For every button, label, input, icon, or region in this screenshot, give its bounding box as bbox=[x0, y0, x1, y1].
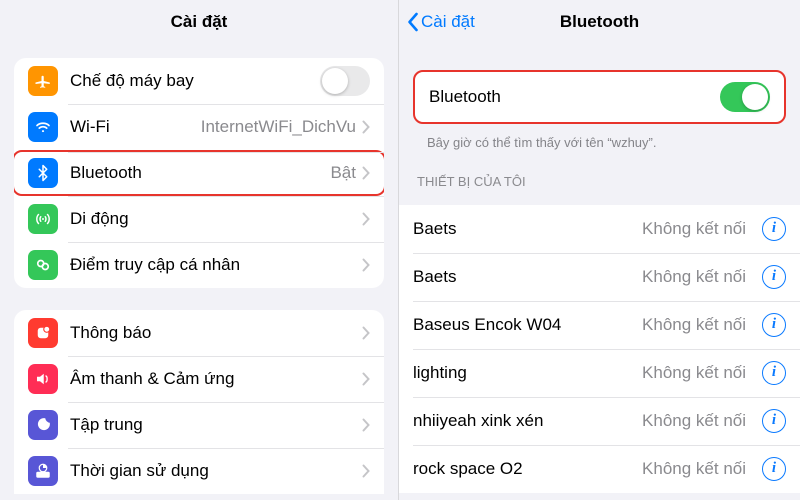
right-title: Bluetooth bbox=[560, 12, 639, 32]
device-row[interactable]: nhiiyeah xink xénKhông kết nối i bbox=[399, 397, 800, 445]
back-button[interactable]: Cài đặt bbox=[407, 12, 475, 32]
settings-group-connectivity: Chế độ máy bay Wi-Fi InternetWiFi_DichVu… bbox=[14, 58, 384, 288]
device-name: Baets bbox=[413, 267, 642, 287]
device-status: Không kết nối bbox=[642, 267, 746, 287]
row-wifi[interactable]: Wi-Fi InternetWiFi_DichVu bbox=[14, 104, 384, 150]
chevron-right-icon bbox=[362, 120, 370, 134]
device-status: Không kết nối bbox=[642, 459, 746, 479]
device-status: Không kết nối bbox=[642, 315, 746, 335]
chevron-right-icon bbox=[362, 372, 370, 386]
my-devices-group: BaetsKhông kết nốiiBaetsKhông kết nốiiBa… bbox=[399, 205, 800, 493]
row-screentime[interactable]: Thời gian sử dụng bbox=[14, 448, 384, 494]
airplane-toggle[interactable] bbox=[320, 66, 370, 96]
wifi-icon bbox=[28, 112, 58, 142]
right-navbar: Cài đặt Bluetooth bbox=[399, 0, 800, 44]
back-label: Cài đặt bbox=[421, 12, 475, 32]
hotspot-icon bbox=[28, 250, 58, 280]
device-row[interactable]: BaetsKhông kết nối i bbox=[399, 253, 800, 301]
device-name: nhiiyeah xink xén bbox=[413, 411, 642, 431]
bluetooth-master-toggle[interactable] bbox=[720, 82, 770, 112]
row-notifications[interactable]: Thông báo bbox=[14, 310, 384, 356]
bluetooth-detail-pane: Cài đặt Bluetooth Bluetooth Bây giờ có t… bbox=[399, 0, 800, 500]
row-cellular[interactable]: Di động bbox=[14, 196, 384, 242]
sounds-icon bbox=[28, 364, 58, 394]
row-bluetooth-value: Bật bbox=[330, 163, 356, 183]
settings-root-pane: Cài đặt Chế độ máy bay Wi-Fi InternetWiF… bbox=[0, 0, 399, 500]
device-info-button[interactable]: i bbox=[762, 457, 786, 481]
device-name: rock space O2 bbox=[413, 459, 642, 479]
row-airplane-label: Chế độ máy bay bbox=[70, 71, 320, 91]
left-navbar: Cài đặt bbox=[0, 0, 398, 44]
focus-icon bbox=[28, 410, 58, 440]
left-title: Cài đặt bbox=[171, 12, 228, 32]
row-screentime-label: Thời gian sử dụng bbox=[70, 461, 362, 481]
device-info-button[interactable]: i bbox=[762, 409, 786, 433]
device-name: Baseus Encok W04 bbox=[413, 315, 642, 335]
bluetooth-master-row[interactable]: Bluetooth bbox=[415, 72, 784, 122]
chevron-right-icon bbox=[362, 418, 370, 432]
chevron-right-icon bbox=[362, 212, 370, 226]
device-row[interactable]: Baseus Encok W04Không kết nối i bbox=[399, 301, 800, 349]
cellular-icon bbox=[28, 204, 58, 234]
bluetooth-icon bbox=[28, 158, 58, 188]
row-sounds-label: Âm thanh & Cảm ứng bbox=[70, 369, 362, 389]
row-wifi-value: InternetWiFi_DichVu bbox=[201, 117, 356, 137]
row-cellular-label: Di động bbox=[70, 209, 362, 229]
airplane-icon bbox=[28, 66, 58, 96]
row-focus[interactable]: Tập trung bbox=[14, 402, 384, 448]
device-row[interactable]: BaetsKhông kết nối i bbox=[399, 205, 800, 253]
row-wifi-label: Wi-Fi bbox=[70, 117, 201, 137]
device-name: lighting bbox=[413, 363, 642, 383]
chevron-right-icon bbox=[362, 258, 370, 272]
discoverable-caption: Bây giờ có thể tìm thấy với tên “wzhuy”. bbox=[399, 134, 800, 160]
my-devices-header: THIẾT BỊ CỦA TÔI bbox=[399, 160, 800, 195]
chevron-right-icon bbox=[362, 326, 370, 340]
device-status: Không kết nối bbox=[642, 363, 746, 383]
bluetooth-toggle-group: Bluetooth bbox=[413, 70, 786, 124]
device-info-button[interactable]: i bbox=[762, 265, 786, 289]
chevron-right-icon bbox=[362, 464, 370, 478]
settings-group-system: Thông báo Âm thanh & Cảm ứng Tập trung bbox=[14, 310, 384, 494]
device-row[interactable]: rock space O2Không kết nối i bbox=[399, 445, 800, 493]
bluetooth-master-label: Bluetooth bbox=[429, 87, 720, 107]
screentime-icon bbox=[28, 456, 58, 486]
device-status: Không kết nối bbox=[642, 219, 746, 239]
device-info-button[interactable]: i bbox=[762, 313, 786, 337]
device-status: Không kết nối bbox=[642, 411, 746, 431]
row-bluetooth-label: Bluetooth bbox=[70, 163, 330, 183]
row-focus-label: Tập trung bbox=[70, 415, 362, 435]
device-name: Baets bbox=[413, 219, 642, 239]
row-bluetooth[interactable]: Bluetooth Bật bbox=[14, 150, 384, 196]
row-airplane[interactable]: Chế độ máy bay bbox=[14, 58, 384, 104]
chevron-right-icon bbox=[362, 166, 370, 180]
row-hotspot-label: Điểm truy cập cá nhân bbox=[70, 255, 362, 275]
device-info-button[interactable]: i bbox=[762, 361, 786, 385]
device-info-button[interactable]: i bbox=[762, 217, 786, 241]
notifications-icon bbox=[28, 318, 58, 348]
row-hotspot[interactable]: Điểm truy cập cá nhân bbox=[14, 242, 384, 288]
device-row[interactable]: lightingKhông kết nối i bbox=[399, 349, 800, 397]
row-sounds[interactable]: Âm thanh & Cảm ứng bbox=[14, 356, 384, 402]
row-notifications-label: Thông báo bbox=[70, 323, 362, 343]
